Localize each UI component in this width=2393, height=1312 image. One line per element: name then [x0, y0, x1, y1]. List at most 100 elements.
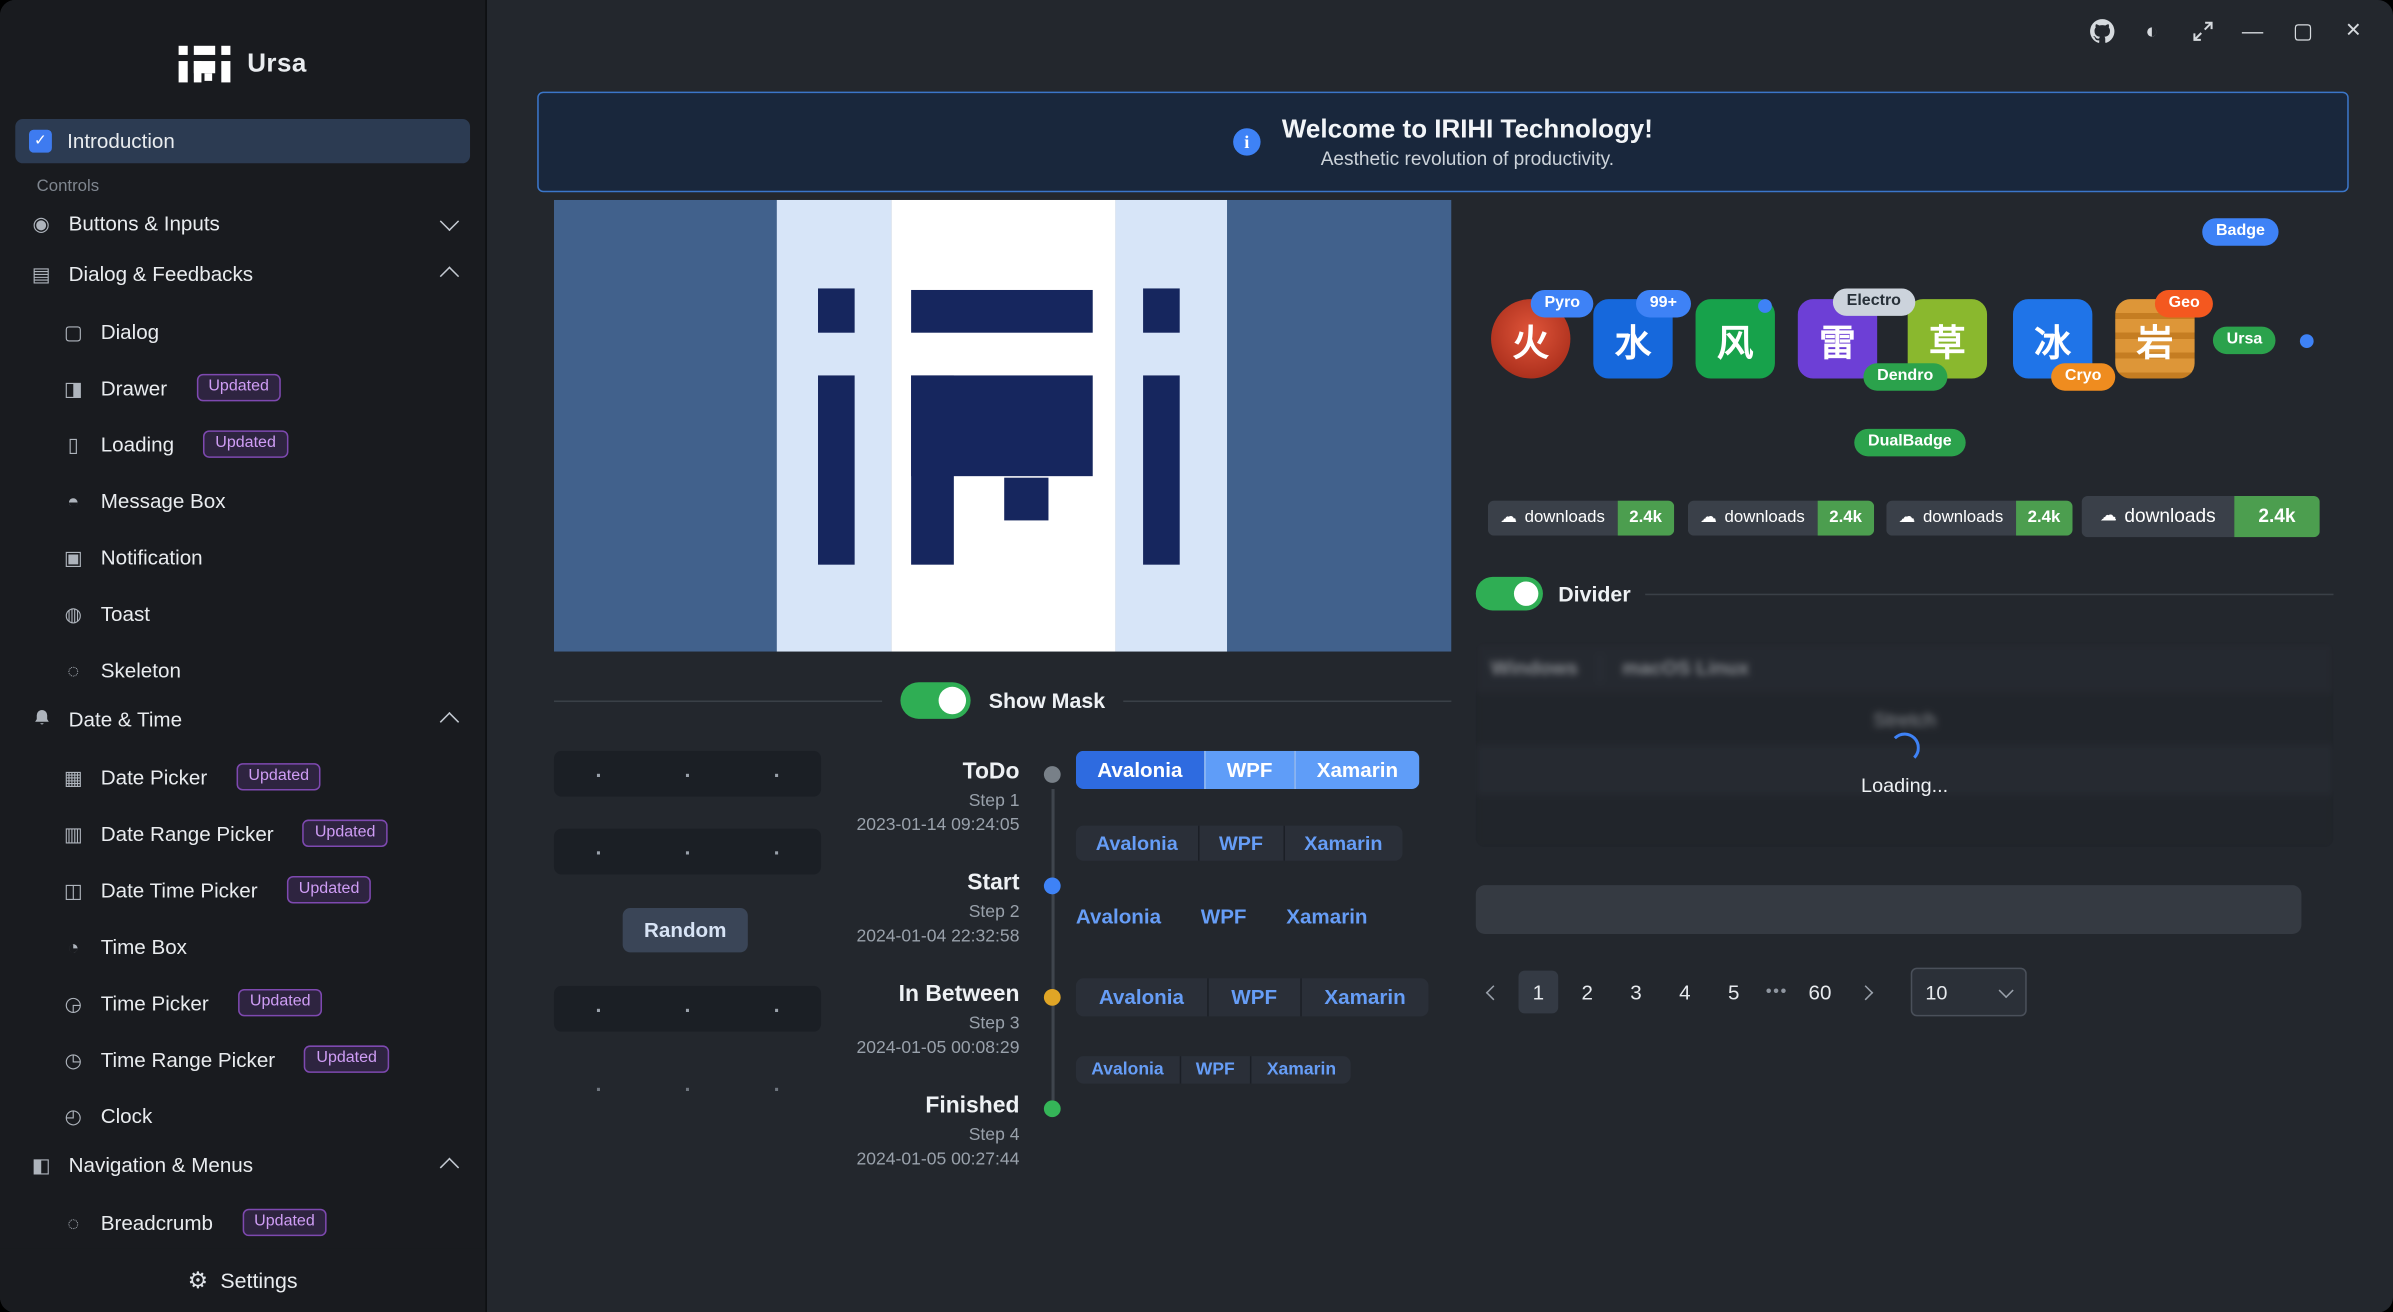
wpf-button[interactable]: WPF: [1207, 978, 1300, 1016]
sidebar-item-drawer[interactable]: ◨ Drawer Updated: [15, 366, 470, 409]
updated-badge: Updated: [196, 374, 281, 401]
sidebar-item-loading[interactable]: ▯ Loading Updated: [15, 423, 470, 466]
settings-button[interactable]: ⚙ Settings: [0, 1248, 485, 1312]
sidebar-item-date-time-picker[interactable]: ◫ Date Time Picker Updated: [15, 868, 470, 911]
sidebar-item-skeleton[interactable]: ◌ Skeleton: [15, 649, 470, 692]
avalonia-button[interactable]: Avalonia: [1076, 751, 1204, 789]
wpf-button[interactable]: WPF: [1198, 826, 1283, 861]
sidebar-item-time-picker[interactable]: ◶ Time Picker Updated: [15, 981, 470, 1024]
wpf-button[interactable]: WPF: [1201, 905, 1247, 928]
sidebar-group-buttons-inputs[interactable]: ◉ Buttons & Inputs: [15, 200, 470, 246]
sidebar-group-date-time[interactable]: Date & Time: [15, 696, 470, 742]
xamarin-button[interactable]: Xamarin: [1250, 1056, 1351, 1083]
rock-char: 岩: [2137, 312, 2174, 365]
show-mask-toggle[interactable]: [900, 682, 970, 719]
app-window: Ursa ✓ Introduction Controls ◉ Buttons &…: [0, 0, 2393, 1312]
group-label: Buttons & Inputs: [69, 211, 220, 234]
sidebar-group-dialog-feedbacks[interactable]: ▤ Dialog & Feedbacks: [15, 250, 470, 296]
steps-connector-line: [1052, 789, 1055, 1100]
github-icon[interactable]: [2083, 14, 2120, 48]
sidebar-item-clock[interactable]: ◴ Clock: [15, 1094, 470, 1137]
page-button-1[interactable]: 1: [1519, 971, 1559, 1014]
page-button-4[interactable]: 4: [1665, 971, 1705, 1014]
avalonia-button[interactable]: Avalonia: [1076, 1056, 1179, 1083]
sidebar-scroll-area[interactable]: Ursa ✓ Introduction Controls ◉ Buttons &…: [0, 0, 485, 1248]
page-size-select[interactable]: 10: [1910, 968, 2026, 1017]
time-box-input[interactable]: ...: [554, 986, 821, 1032]
xamarin-button[interactable]: Xamarin: [1300, 978, 1429, 1016]
page-button-5[interactable]: 5: [1714, 971, 1754, 1014]
avalonia-button[interactable]: Avalonia: [1076, 978, 1207, 1016]
minimize-button[interactable]: —: [2234, 14, 2271, 48]
sidebar: Ursa ✓ Introduction Controls ◉ Buttons &…: [0, 0, 487, 1312]
button-group-primary: Avalonia WPF Xamarin: [1076, 751, 1419, 789]
page-size-value: 10: [1925, 981, 1947, 1004]
message-box-icon: ◓: [61, 491, 85, 511]
button-group-text: Avalonia WPF Xamarin: [1076, 905, 1368, 928]
updated-badge: Updated: [203, 431, 288, 458]
sidebar-item-toast[interactable]: ◍ Toast: [15, 592, 470, 635]
updated-badge: Updated: [303, 820, 388, 847]
time-picker-icon: ◶: [61, 993, 85, 1013]
updated-badge: Updated: [242, 1209, 327, 1236]
wpf-button[interactable]: WPF: [1179, 1056, 1250, 1083]
buttons-inputs-icon: ◉: [29, 213, 53, 233]
xamarin-button[interactable]: Xamarin: [1283, 826, 1403, 861]
sidebar-group-navigation-menus[interactable]: ◧ Navigation & Menus: [15, 1142, 470, 1188]
sidebar-item-label: Skeleton: [101, 659, 181, 682]
cloud-icon: ☁: [1500, 510, 1517, 527]
sidebar-item-time-box[interactable]: ◔ Time Box: [15, 925, 470, 968]
step-name: ToDo: [806, 758, 1020, 784]
electro-badge: Electro: [1833, 288, 1915, 315]
step-name: Finished: [806, 1093, 1020, 1119]
sidebar-item-date-range-picker[interactable]: ▥ Date Range Picker Updated: [15, 812, 470, 855]
cryo-badge: Cryo: [2051, 363, 2115, 390]
cloud-icon: ☁: [1899, 510, 1916, 527]
xamarin-button[interactable]: Xamarin: [1294, 751, 1420, 789]
sidebar-section-controls: Controls: [37, 177, 486, 195]
maximize-button[interactable]: ▢: [2285, 14, 2322, 48]
theme-toggle-icon[interactable]: ◐: [2134, 14, 2171, 48]
sidebar-item-breadcrumb[interactable]: ◌ Breadcrumb Updated: [15, 1201, 470, 1244]
previous-page-button[interactable]: [1476, 971, 1510, 1014]
pyro-badge: Pyro: [1531, 290, 1594, 317]
updated-badge: Updated: [287, 876, 372, 903]
wpf-button[interactable]: WPF: [1204, 751, 1294, 789]
sidebar-item-dialog[interactable]: ▢ Dialog: [15, 310, 470, 353]
step-name: Start: [806, 870, 1020, 896]
downloads-label: downloads: [1725, 510, 1805, 527]
random-button[interactable]: Random: [623, 908, 748, 952]
time-box-input[interactable]: ...: [554, 751, 821, 797]
grass-char: 草: [1929, 312, 1966, 365]
sidebar-item-message-box[interactable]: ◓ Message Box: [15, 479, 470, 522]
divider-toggle[interactable]: [1476, 577, 1543, 611]
sidebar-item-label: Message Box: [101, 489, 226, 512]
sidebar-item-notification[interactable]: ▣ Notification: [15, 536, 470, 579]
step-finished: Finished Step 4 2024-01-05 00:27:44: [806, 1093, 1020, 1169]
avalonia-button[interactable]: Avalonia: [1076, 826, 1198, 861]
avalonia-button[interactable]: Avalonia: [1076, 905, 1161, 928]
page-button-3[interactable]: 3: [1616, 971, 1656, 1014]
ellipsis-icon[interactable]: •••: [1763, 983, 1791, 1001]
button-group-large: Avalonia WPF Xamarin: [1076, 978, 1429, 1016]
sidebar-item-introduction[interactable]: ✓ Introduction: [15, 119, 470, 163]
downloads-badge: ☁downloads 2.4k: [1488, 501, 1674, 536]
dualbadge-pill: DualBadge: [1854, 429, 1965, 456]
window-controls: ◐ — ▢ ×: [2083, 14, 2371, 48]
close-button[interactable]: ×: [2335, 14, 2372, 48]
gear-icon: ⚙: [188, 1269, 209, 1292]
next-page-button[interactable]: [1849, 971, 1883, 1014]
fullscreen-icon[interactable]: [2184, 14, 2221, 48]
xamarin-button[interactable]: Xamarin: [1286, 905, 1367, 928]
settings-label: Settings: [220, 1268, 297, 1292]
divider-demo-row: Divider: [1476, 572, 2334, 615]
divider-label: Divider: [1558, 581, 1630, 605]
sidebar-item-time-range-picker[interactable]: ◷ Time Range Picker Updated: [15, 1038, 470, 1081]
time-box-icon: ◔: [61, 936, 85, 956]
dialog-feedbacks-icon: ▤: [29, 263, 53, 283]
date-time-picker-icon: ◫: [61, 880, 85, 900]
time-box-input[interactable]: ...: [554, 829, 821, 875]
sidebar-item-date-picker[interactable]: ▦ Date Picker Updated: [15, 755, 470, 798]
page-button-60[interactable]: 60: [1800, 971, 1840, 1014]
page-button-2[interactable]: 2: [1567, 971, 1607, 1014]
